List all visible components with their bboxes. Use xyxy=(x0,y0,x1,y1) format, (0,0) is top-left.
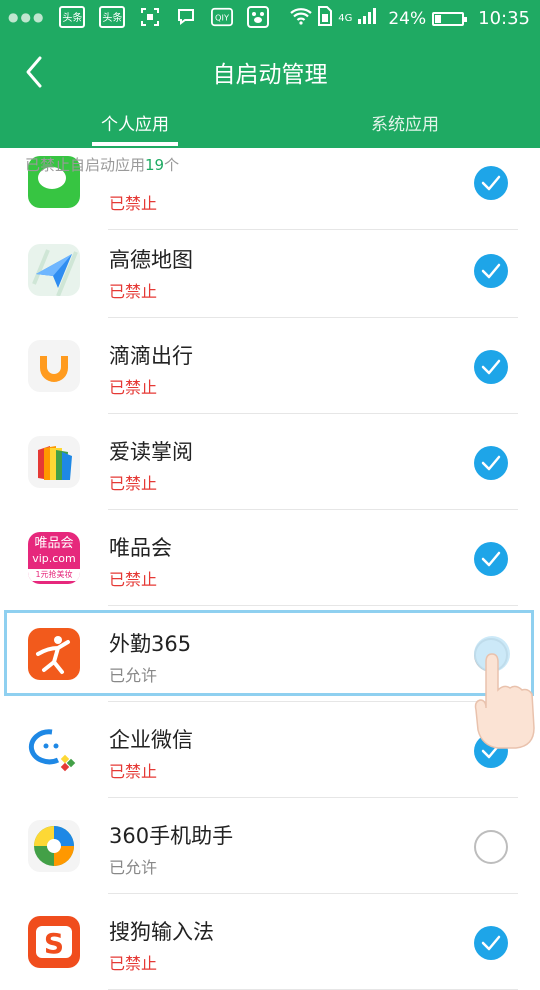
message-icon xyxy=(175,6,197,28)
signal-icon xyxy=(358,8,377,29)
scan-icon xyxy=(139,6,161,28)
app-autostart-status: 已禁止 xyxy=(109,282,158,301)
app-name: 企业微信 xyxy=(109,728,193,752)
svg-text:QIY: QIY xyxy=(215,13,230,23)
app-autostart-status: 已禁止 xyxy=(109,762,158,781)
battery-icon xyxy=(432,11,468,26)
sim-icon xyxy=(318,6,333,31)
app-autostart-status: 已允许 xyxy=(109,666,158,685)
summary-suffix: 个 xyxy=(164,156,180,174)
checkmark-icon xyxy=(481,175,501,191)
status-bar: ●●● 头条 头条 QIY 4G 24% 10:35 xyxy=(0,0,540,38)
page-title: 自启动管理 xyxy=(212,62,328,88)
checkmark-icon xyxy=(481,359,501,375)
battery-percent: 24% xyxy=(388,8,427,29)
network-type: 4G xyxy=(338,13,353,24)
autostart-block-checkbox[interactable] xyxy=(474,830,508,864)
checkmark-icon xyxy=(481,263,501,279)
app-row[interactable]: S 搜狗输入法已禁止 xyxy=(0,894,540,990)
waiqin365-icon xyxy=(28,628,80,680)
toutiao-notification-icon: 头条 xyxy=(59,6,86,28)
vip-icon-line1: 唯品会 xyxy=(34,536,74,551)
autostart-block-checkbox[interactable] xyxy=(474,926,508,960)
tab-personal-apps[interactable]: 个人应用 xyxy=(0,110,270,135)
app-autostart-status: 已禁止 xyxy=(109,954,158,973)
wifi-icon xyxy=(290,7,312,30)
app-row[interactable]: 360手机助手已允许 xyxy=(0,798,540,894)
app-name: 搜狗输入法 xyxy=(109,920,214,944)
app-autostart-status: 已禁止 xyxy=(109,378,158,397)
tap-hand-icon xyxy=(468,632,538,750)
autostart-block-checkbox[interactable] xyxy=(474,542,508,576)
app-autostart-status: 已允许 xyxy=(109,858,158,877)
checkmark-icon xyxy=(481,551,501,567)
autostart-block-checkbox[interactable] xyxy=(474,350,508,384)
app-row[interactable]: 高德地图 已禁止 xyxy=(0,222,540,318)
vip-icon-line3: 1元抢美妆 xyxy=(28,569,80,581)
wework-icon xyxy=(28,724,80,776)
app-name: 高德地图 xyxy=(109,248,193,272)
didi-icon xyxy=(28,340,80,392)
vip-icon-line2: vip.com xyxy=(32,552,76,565)
checkmark-icon xyxy=(481,935,501,951)
amap-icon xyxy=(28,244,80,296)
app-autostart-status: 已禁止 xyxy=(109,474,158,493)
tab-system-apps[interactable]: 系统应用 xyxy=(270,110,540,135)
summary-count: 19 xyxy=(145,156,165,174)
app-row[interactable]: 爱读掌阅 已禁止 xyxy=(0,414,540,510)
app-row[interactable]: 唯品会 vip.com 1元抢美妆 唯品会 已禁止 xyxy=(0,510,540,606)
sogou-icon: S xyxy=(28,916,80,968)
app-name: 唯品会 xyxy=(109,536,172,560)
baidu-icon xyxy=(247,6,270,28)
toutiao-notification-icon: 头条 xyxy=(99,6,126,28)
app-name: 360手机助手 xyxy=(109,824,234,848)
app-name: 滴滴出行 xyxy=(109,344,193,368)
app-row[interactable]: 外勤365 已允许 xyxy=(0,606,540,702)
360-assistant-icon xyxy=(28,820,80,872)
app-row[interactable]: 企业微信 已禁止 xyxy=(0,702,540,798)
app-header: ●●● 头条 头条 QIY 4G 24% 10:35 自启动管理 个人应用 系统… xyxy=(0,0,540,148)
app-name: 外勤365 xyxy=(109,632,192,656)
iqiyi-icon: QIY xyxy=(211,6,234,28)
ireader-icon xyxy=(28,436,80,488)
app-row[interactable]: 滴滴出行 已禁止 xyxy=(0,318,540,414)
autostart-block-checkbox[interactable] xyxy=(474,446,508,480)
summary-prefix: 已禁止自启动应用 xyxy=(25,156,146,174)
app-name: 爱读掌阅 xyxy=(109,440,193,464)
checkmark-icon xyxy=(481,455,501,471)
vip-icon: 唯品会 vip.com 1元抢美妆 xyxy=(28,532,80,584)
svg-text:S: S xyxy=(44,927,64,960)
more-dots-icon: ●●● xyxy=(8,10,46,24)
autostart-block-checkbox[interactable] xyxy=(474,254,508,288)
disabled-count-summary: 已禁止自启动应用19个 xyxy=(25,154,179,175)
clock: 10:35 xyxy=(478,8,530,29)
autostart-block-checkbox[interactable] xyxy=(474,166,508,200)
app-row[interactable]: 已禁止 xyxy=(0,134,540,230)
app-autostart-status: 已禁止 xyxy=(109,194,158,213)
app-autostart-status: 已禁止 xyxy=(109,570,158,589)
